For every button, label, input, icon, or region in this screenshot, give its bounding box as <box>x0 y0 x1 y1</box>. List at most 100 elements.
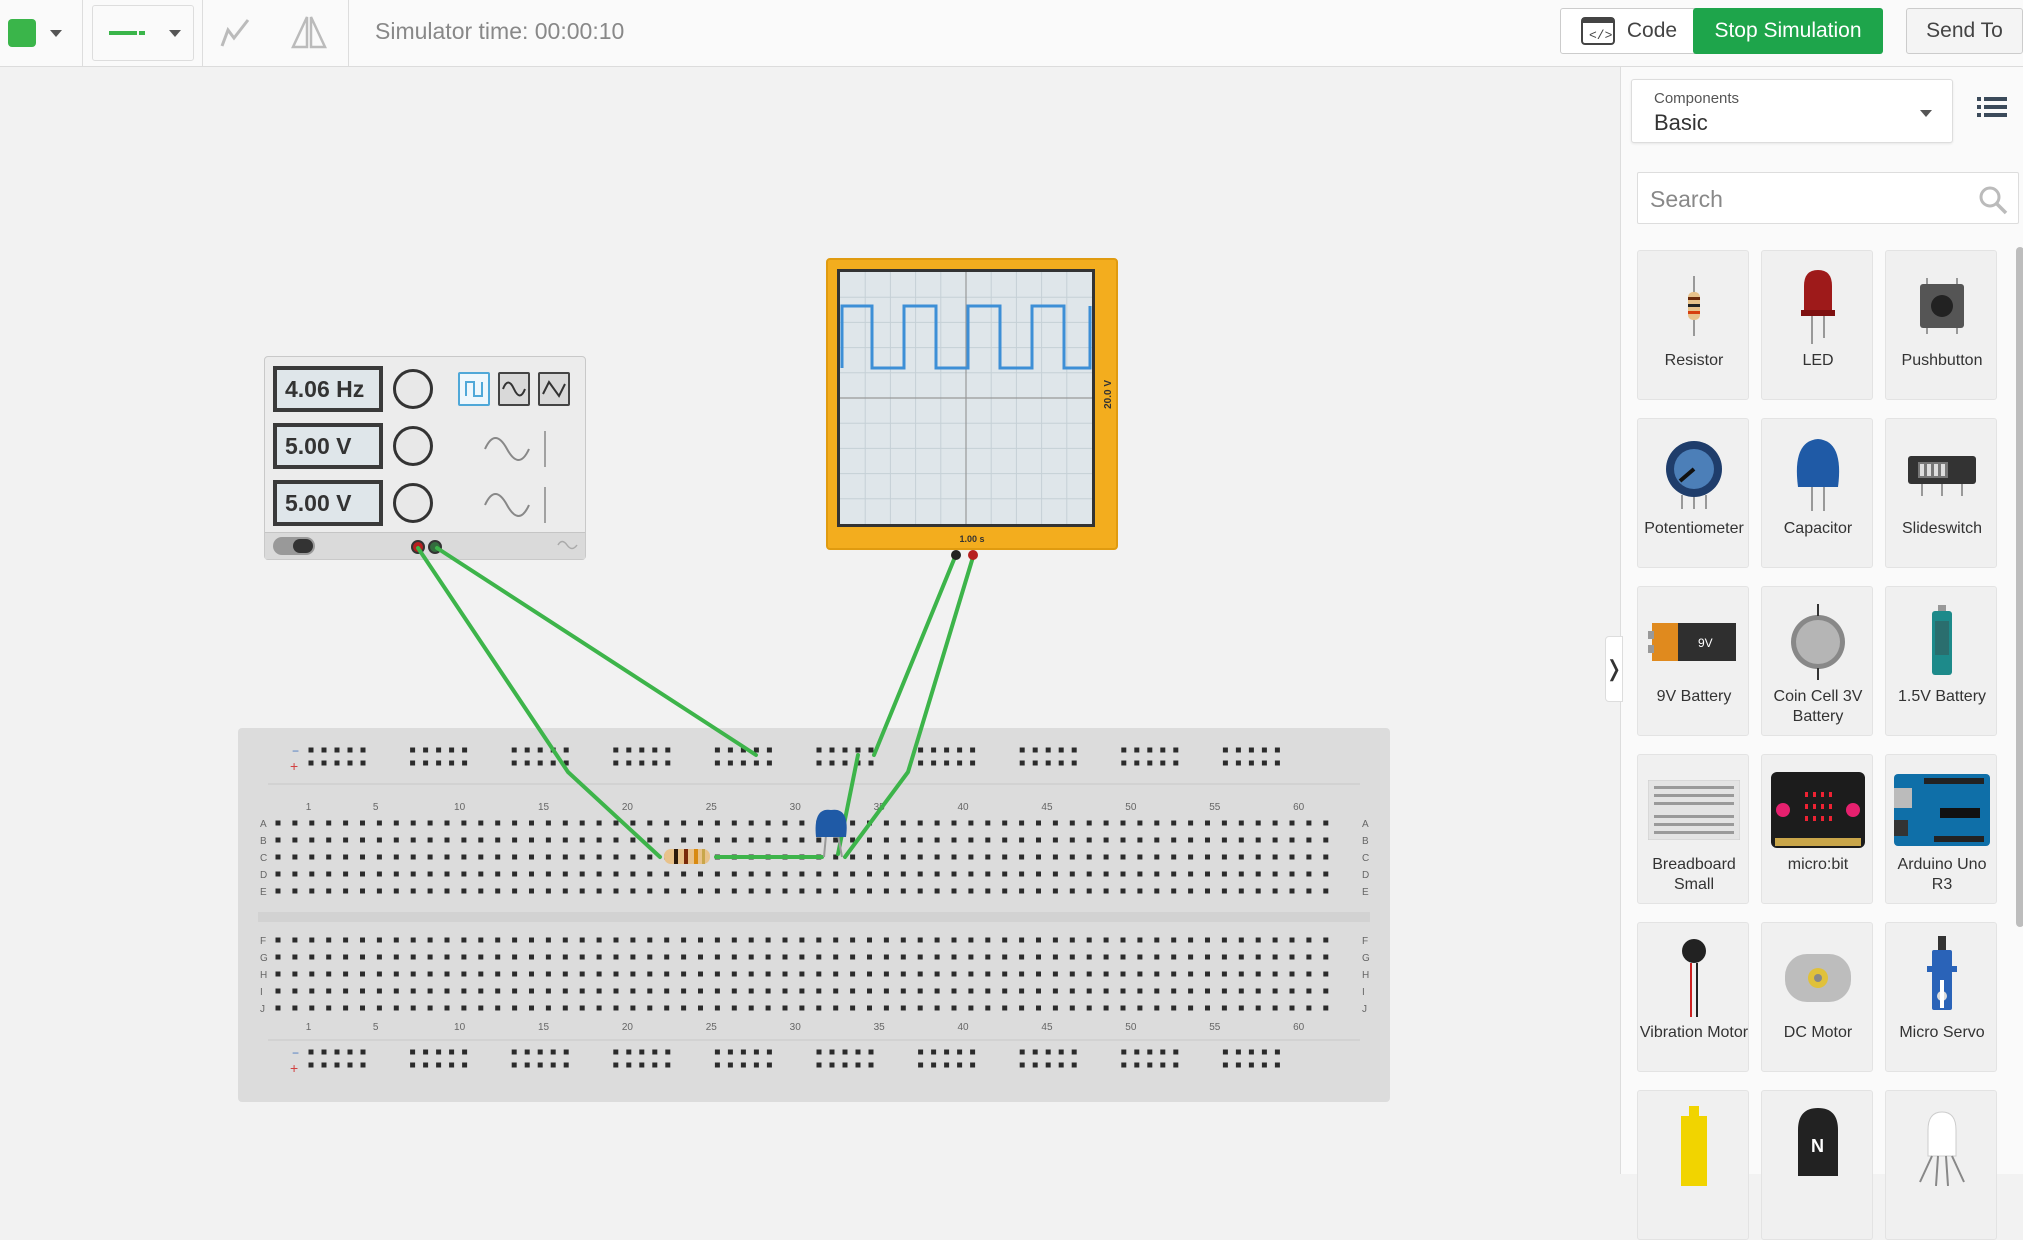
search-box[interactable] <box>1637 172 2019 225</box>
column-label: 45 <box>1041 802 1053 813</box>
collapse-panel-button[interactable]: ❭ <box>1605 636 1623 702</box>
search-input[interactable] <box>1648 173 1962 225</box>
transistor-icon: N <box>1798 1108 1838 1176</box>
component-tile[interactable]: Capacitor <box>1761 418 1873 568</box>
component-tile[interactable]: 9V 9V Battery <box>1637 586 1749 736</box>
hobby-gearmotor-icon <box>1681 1106 1707 1186</box>
panel-scrollbar[interactable] <box>2016 247 2023 927</box>
square-wave-icon <box>465 381 483 397</box>
amplitude-graphic <box>484 431 546 467</box>
frequency-display: 4.06 Hz <box>273 366 383 412</box>
component-tile[interactable]: Resistor <box>1637 250 1749 400</box>
list-icon <box>1977 97 2007 117</box>
component-name: LED <box>1802 352 1834 369</box>
component-tile[interactable]: Breadboard Small <box>1637 754 1749 904</box>
row-label: I <box>1362 987 1365 998</box>
component-tile[interactable] <box>1885 1090 1997 1240</box>
pen-icon <box>220 19 250 47</box>
column-label: 55 <box>1209 1022 1221 1033</box>
flip-button[interactable] <box>286 10 332 56</box>
component-name: Capacitor <box>1783 520 1853 537</box>
triangle-wave-button[interactable] <box>538 372 570 406</box>
column-label: 40 <box>957 1022 969 1033</box>
component-tile[interactable]: Vibration Motor <box>1637 922 1749 1072</box>
square-wave-button[interactable] <box>458 372 490 406</box>
row-label: B <box>260 836 267 847</box>
column-label: 20 <box>622 1022 634 1033</box>
list-view-button[interactable] <box>1977 95 2013 125</box>
column-label: 5 <box>373 1022 379 1033</box>
component-tile[interactable]: LED <box>1761 250 1873 400</box>
row-label: H <box>260 970 267 981</box>
chevron-down-icon[interactable] <box>169 29 181 37</box>
oscilloscope[interactable]: 1.00 s 20.0 V <box>826 258 1118 550</box>
toolbar-divider <box>202 0 203 66</box>
component-tile[interactable]: Pushbutton <box>1885 250 1997 400</box>
vibration-motor-icon <box>1682 939 1706 1017</box>
component-name: 1.5V Battery <box>1897 688 1987 705</box>
component-name: Pushbutton <box>1901 352 1983 369</box>
wire-color-picker[interactable] <box>0 0 83 66</box>
column-label: 55 <box>1209 802 1221 813</box>
chevron-down-icon[interactable] <box>1920 110 1932 117</box>
positive-terminal[interactable] <box>411 540 425 554</box>
code-button[interactable]: </> Code <box>1560 8 1698 54</box>
coin-cell-icon <box>1791 604 1845 680</box>
column-label: 25 <box>706 1022 718 1033</box>
component-tile[interactable]: micro:bit <box>1761 754 1873 904</box>
row-label: H <box>1362 970 1369 981</box>
column-label: 15 <box>538 1022 550 1033</box>
send-to-button[interactable]: Send To <box>1906 8 2023 54</box>
search-icon[interactable] <box>1978 185 2008 215</box>
components-dropdown[interactable]: Components Basic <box>1631 79 1953 143</box>
chevron-down-icon[interactable] <box>50 29 62 37</box>
column-label: 20 <box>622 802 634 813</box>
component-tile[interactable]: DC Motor <box>1761 922 1873 1072</box>
row-label: C <box>1362 853 1369 864</box>
capacitor-icon <box>1796 439 1840 511</box>
breadboard[interactable]: − + − + A A B B C C D D E E F F G G H H I I J J 1 1 5 5 10 10 15 15 20 20… <box>238 728 1390 1102</box>
amplitude-knob[interactable] <box>393 426 433 466</box>
row-label: F <box>1362 936 1368 947</box>
arduino-icon <box>1894 774 1990 846</box>
flip-icon <box>291 16 327 49</box>
component-tile[interactable]: Arduino Uno R3 <box>1885 754 1997 904</box>
sine-wave-button[interactable] <box>498 372 530 406</box>
component-tile[interactable]: Coin Cell 3V Battery <box>1761 586 1873 736</box>
triangle-wave-icon <box>542 380 566 398</box>
stop-simulation-button[interactable]: Stop Simulation <box>1693 8 1883 54</box>
component-name: Coin Cell 3V Battery <box>1773 688 1863 725</box>
power-switch[interactable] <box>273 537 315 555</box>
component-tile[interactable]: 1.5V Battery <box>1885 586 1997 736</box>
wire-type-picker[interactable] <box>92 5 194 61</box>
sine-wave-icon <box>502 381 526 397</box>
wire-color-swatch[interactable] <box>8 19 36 47</box>
function-generator[interactable]: 4.06 Hz 5.00 V 5.00 V <box>264 356 586 560</box>
function-generator-footer <box>265 532 585 559</box>
svg-text:9V: 9V <box>1698 636 1713 650</box>
component-name: Slideswitch <box>1901 520 1983 537</box>
offset-knob[interactable] <box>393 483 433 523</box>
microbit-icon <box>1771 772 1865 848</box>
column-label: 35 <box>874 802 886 813</box>
row-label: B <box>1362 836 1369 847</box>
negative-terminal[interactable] <box>428 540 442 554</box>
component-tile[interactable]: Potentiometer <box>1637 418 1749 568</box>
column-label: 40 <box>957 802 969 813</box>
svg-text:</>: </> <box>1589 28 1613 43</box>
offset-graphic <box>484 487 546 523</box>
battery-9v-icon: 9V <box>1648 623 1736 661</box>
component-tile[interactable]: Micro Servo <box>1885 922 1997 1072</box>
row-label: J <box>260 1004 265 1015</box>
component-tile[interactable]: N <box>1761 1090 1873 1240</box>
component-tile[interactable] <box>1637 1090 1749 1240</box>
component-name: Micro Servo <box>1899 1024 1985 1041</box>
component-tile[interactable]: Slideswitch <box>1885 418 1997 568</box>
component-name: DC Motor <box>1783 1024 1853 1041</box>
column-label: 35 <box>874 1022 886 1033</box>
notes-tool-button[interactable] <box>212 10 258 56</box>
component-name: micro:bit <box>1787 856 1849 873</box>
row-label: D <box>1362 870 1369 881</box>
offset-display: 5.00 V <box>273 480 383 526</box>
frequency-knob[interactable] <box>393 369 433 409</box>
